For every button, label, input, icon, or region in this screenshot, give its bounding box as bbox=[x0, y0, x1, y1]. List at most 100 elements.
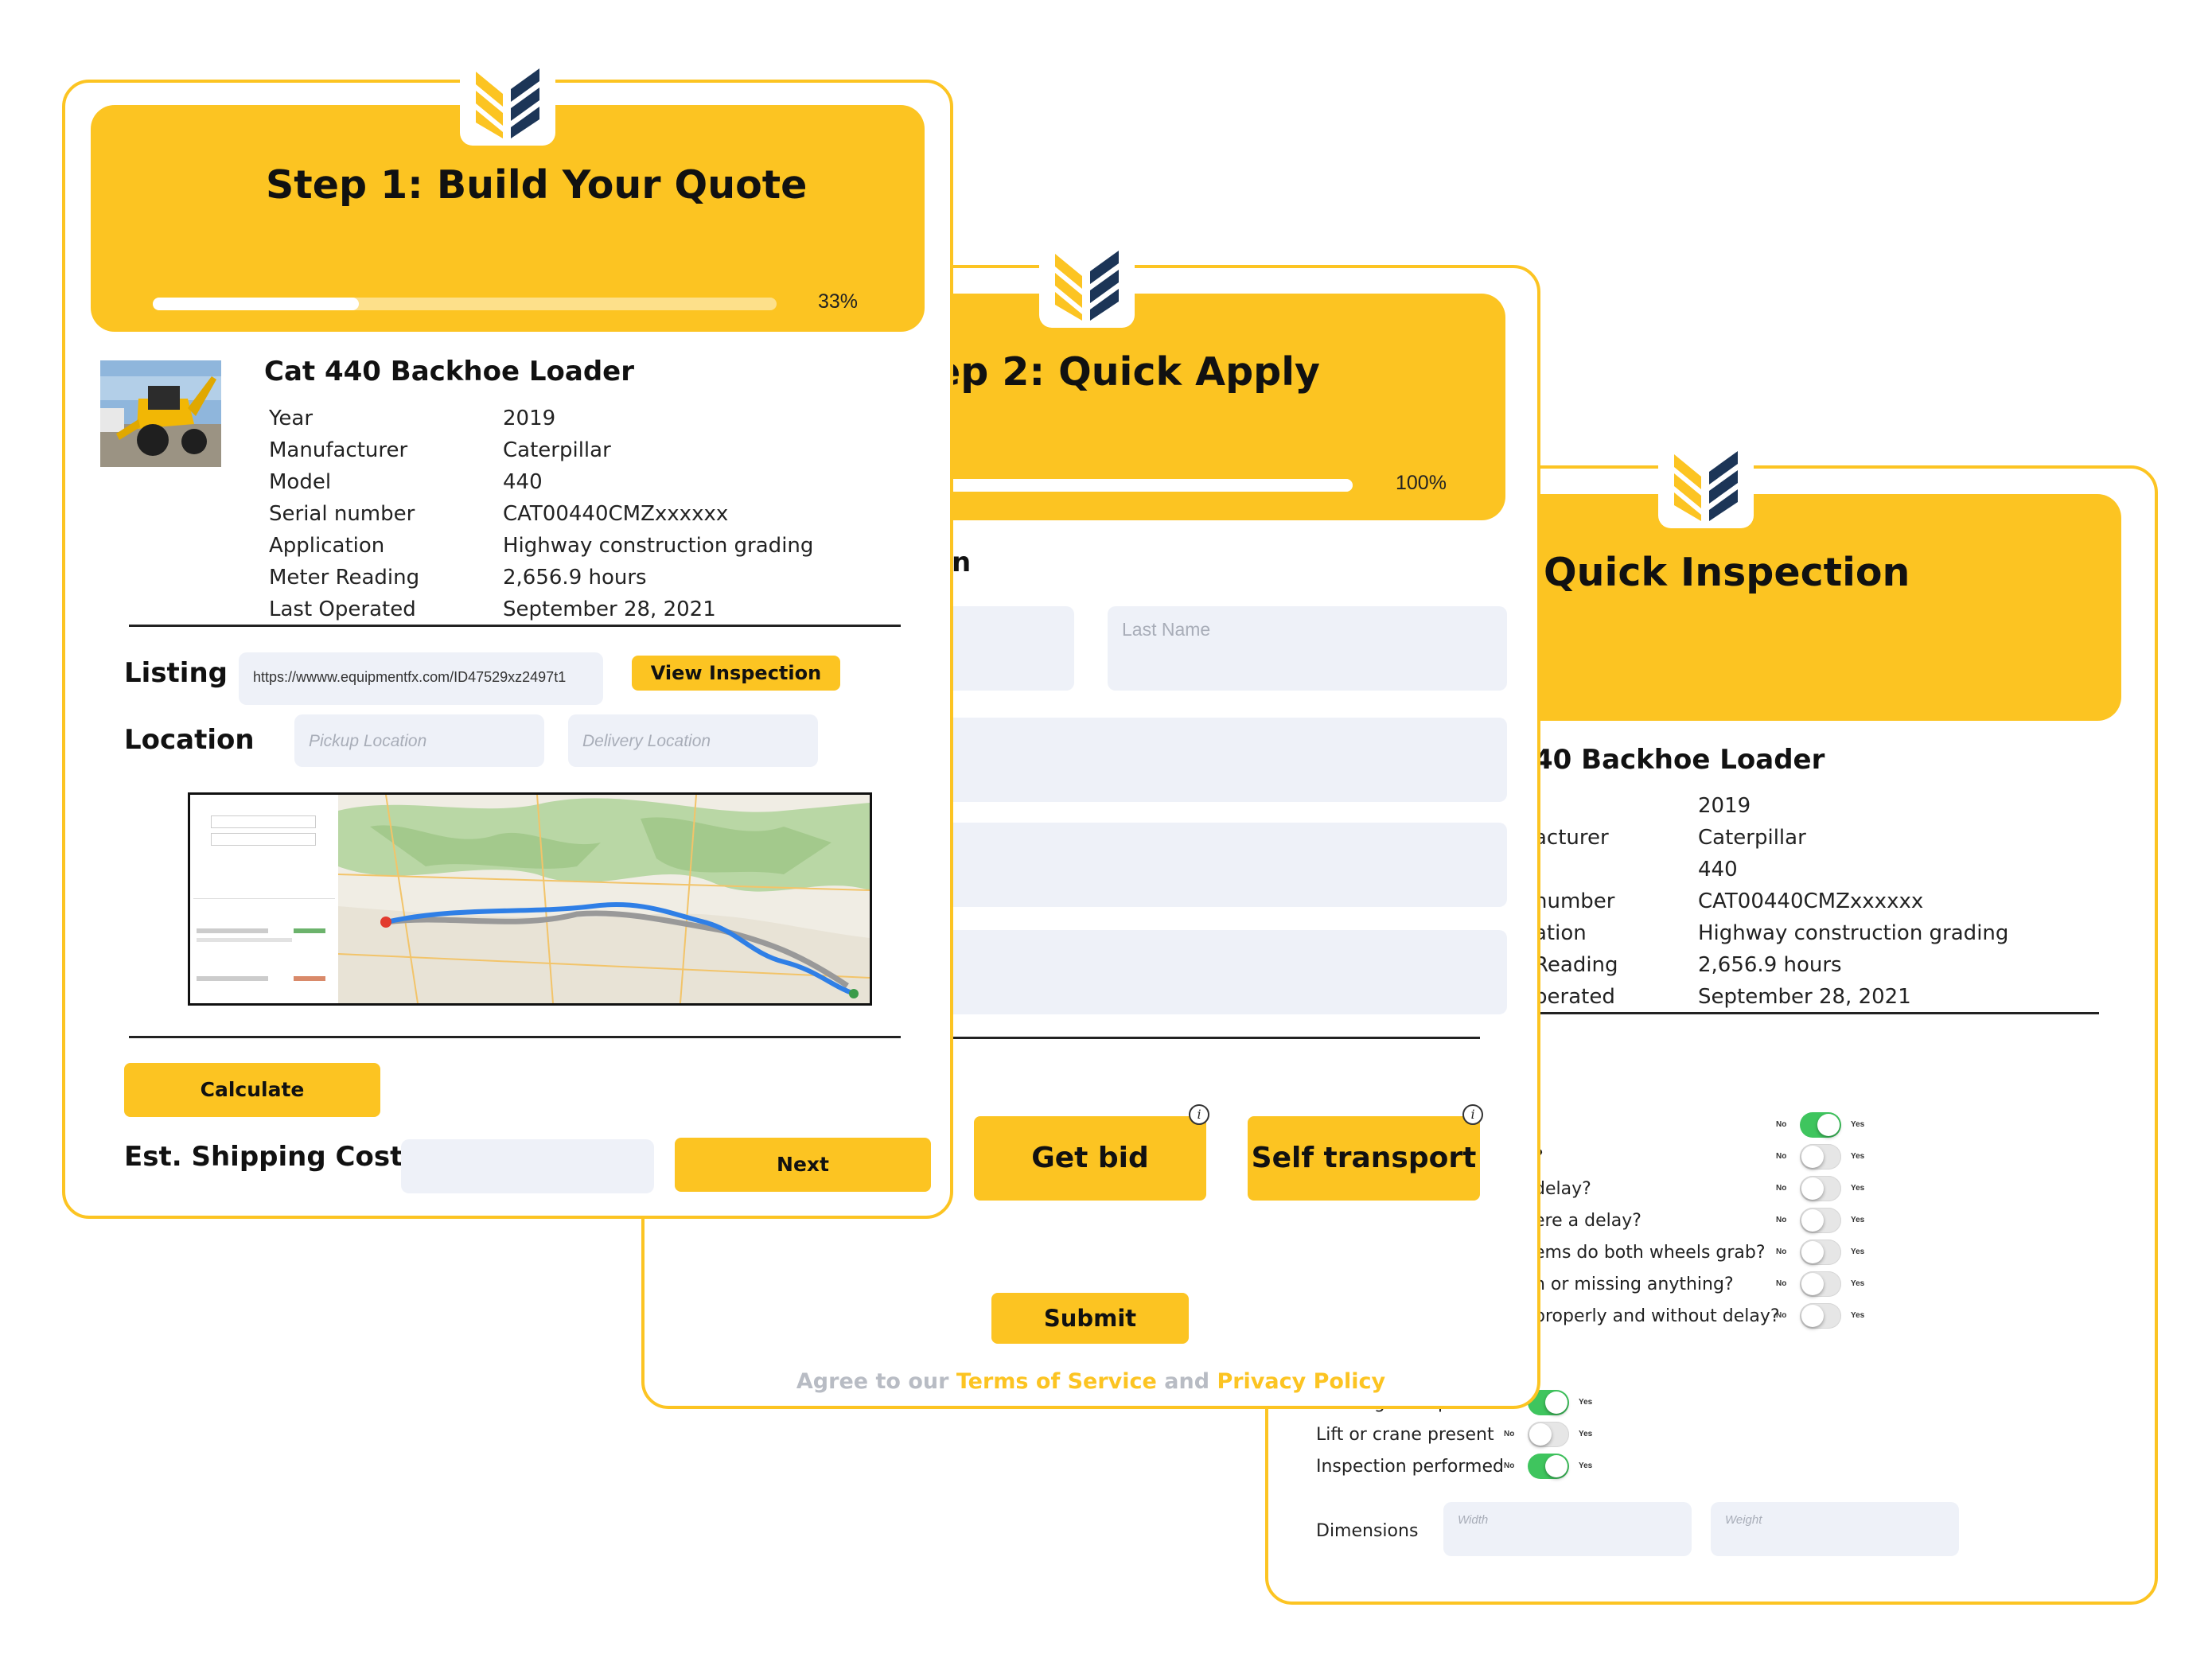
weight-placeholder: Weight bbox=[1725, 1513, 1762, 1527]
calculate-button[interactable]: Calculate bbox=[124, 1063, 380, 1117]
wheat-chevron-logo-icon bbox=[476, 68, 539, 138]
spec-value: 2019 bbox=[503, 407, 556, 430]
yes-no-toggle[interactable] bbox=[1800, 1208, 1841, 1233]
spec-label: Application bbox=[269, 534, 385, 558]
toggle-no-label: No bbox=[1504, 1461, 1515, 1470]
listing-url: https://wwww.equipmentfx.com/ID47529xz24… bbox=[253, 669, 567, 685]
get-bid-info-icon[interactable]: i bbox=[1189, 1104, 1209, 1125]
question-label: delay? bbox=[1534, 1179, 1591, 1199]
spec-value: 2019 bbox=[1698, 794, 1751, 818]
width-input[interactable]: Width bbox=[1443, 1502, 1692, 1556]
page-title: ep 2: Quick Apply bbox=[934, 349, 1320, 395]
toggle-no-label: No bbox=[1776, 1120, 1787, 1129]
build-quote-card: Step 1: Build Your Quote 33% Cat 440 Bac… bbox=[62, 80, 953, 1219]
toggle-knob bbox=[1817, 1114, 1840, 1136]
agree-prefix: Agree to our bbox=[796, 1369, 949, 1394]
get-bid-button[interactable]: Get bid bbox=[974, 1116, 1206, 1201]
toggle-no-label: No bbox=[1776, 1152, 1787, 1161]
map-directions-panel bbox=[190, 795, 339, 1003]
next-button[interactable]: Next bbox=[675, 1138, 931, 1192]
spec-value: 2,656.9 hours bbox=[1698, 953, 1842, 977]
toggle-yes-label: Yes bbox=[1851, 1184, 1865, 1193]
pickup-placeholder: Pickup Location bbox=[309, 732, 427, 750]
section-title: n bbox=[952, 547, 972, 578]
spec-label: Year bbox=[269, 407, 313, 430]
toggle-yes-label: Yes bbox=[1579, 1398, 1593, 1407]
shipping-cost-field[interactable] bbox=[401, 1139, 654, 1193]
spec-value: Highway construction grading bbox=[503, 534, 814, 558]
spec-value: 440 bbox=[503, 470, 543, 494]
progress-fill bbox=[153, 298, 359, 310]
yes-no-toggle[interactable] bbox=[1528, 1454, 1569, 1479]
yes-no-toggle[interactable] bbox=[1800, 1144, 1841, 1170]
divider bbox=[947, 1037, 1480, 1039]
toggle-yes-label: Yes bbox=[1851, 1311, 1865, 1320]
yes-no-toggle[interactable] bbox=[1800, 1176, 1841, 1201]
route-map[interactable] bbox=[188, 792, 872, 1006]
last-name-input[interactable]: Last Name bbox=[1108, 606, 1507, 691]
divider bbox=[129, 1036, 901, 1038]
delivery-location-input[interactable]: Delivery Location bbox=[568, 714, 818, 767]
pickup-location-input[interactable]: Pickup Location bbox=[294, 714, 544, 767]
self-transport-button[interactable]: Self transport bbox=[1248, 1116, 1480, 1201]
toggle-yes-label: Yes bbox=[1579, 1430, 1593, 1438]
view-inspection-button[interactable]: View Inspection bbox=[632, 656, 840, 691]
spec-label: ation bbox=[1534, 921, 1587, 945]
yes-no-toggle[interactable] bbox=[1528, 1422, 1569, 1447]
toggle-yes-label: Yes bbox=[1851, 1279, 1865, 1288]
question-label: ems do both wheels grab? bbox=[1534, 1243, 1766, 1263]
progress-label: 33% bbox=[818, 290, 859, 313]
spec-label: Meter Reading bbox=[269, 566, 420, 590]
page-title: Quick Inspection bbox=[1544, 550, 1910, 595]
and-text: and bbox=[1164, 1369, 1210, 1394]
spec-value: 2,656.9 hours bbox=[503, 566, 647, 590]
yes-no-toggle[interactable] bbox=[1800, 1303, 1841, 1329]
toggle-yes-label: Yes bbox=[1851, 1120, 1865, 1129]
spec-label: Reading bbox=[1534, 953, 1618, 977]
toggle-knob bbox=[1545, 1455, 1567, 1477]
toggle-knob bbox=[1545, 1391, 1567, 1414]
spec-value: 440 bbox=[1698, 858, 1738, 882]
question-label: Lift or crane present bbox=[1316, 1425, 1494, 1445]
spec-value: CAT00440CMZxxxxxx bbox=[503, 502, 729, 526]
self-transport-info-icon[interactable]: i bbox=[1462, 1104, 1483, 1125]
equipment-photo bbox=[100, 360, 221, 467]
question-label: Inspection performed bbox=[1316, 1457, 1504, 1477]
toggle-no-label: No bbox=[1776, 1216, 1787, 1224]
spec-label: Last Operated bbox=[269, 597, 416, 621]
weight-input[interactable]: Weight bbox=[1711, 1502, 1959, 1556]
spec-value: Caterpillar bbox=[1698, 826, 1806, 850]
submit-button[interactable]: Submit bbox=[991, 1293, 1189, 1344]
privacy-link[interactable]: Privacy Policy bbox=[1217, 1369, 1385, 1394]
location-label: Location bbox=[124, 724, 255, 756]
logo bbox=[460, 62, 555, 146]
progress-label: 100% bbox=[1396, 472, 1447, 494]
wheat-chevron-logo-icon bbox=[1674, 451, 1738, 521]
toggle-knob bbox=[1801, 1177, 1824, 1200]
toggle-yes-label: Yes bbox=[1579, 1461, 1593, 1470]
question-label: ere a delay? bbox=[1534, 1211, 1641, 1231]
delivery-placeholder: Delivery Location bbox=[582, 732, 711, 750]
toggle-knob bbox=[1801, 1241, 1824, 1263]
spec-label: number bbox=[1534, 889, 1615, 913]
map-terrain bbox=[338, 795, 870, 1003]
yes-no-toggle[interactable] bbox=[1800, 1112, 1841, 1138]
width-placeholder: Width bbox=[1458, 1513, 1489, 1527]
yes-no-toggle[interactable] bbox=[1800, 1240, 1841, 1265]
spec-value: September 28, 2021 bbox=[1698, 985, 1911, 1009]
spec-label: Manufacturer bbox=[269, 438, 408, 462]
terms-link[interactable]: Terms of Service bbox=[956, 1369, 1157, 1394]
toggle-knob bbox=[1529, 1423, 1552, 1446]
listing-url-field[interactable]: https://wwww.equipmentfx.com/ID47529xz24… bbox=[239, 652, 603, 705]
last-name-placeholder: Last Name bbox=[1122, 619, 1211, 640]
divider bbox=[1531, 1012, 2099, 1014]
toggle-no-label: No bbox=[1776, 1279, 1787, 1288]
equipment-title: Cat 440 Backhoe Loader bbox=[264, 356, 635, 387]
listing-label: Listing bbox=[124, 657, 228, 689]
spec-value: Highway construction grading bbox=[1698, 921, 2009, 945]
toggle-knob bbox=[1801, 1146, 1824, 1168]
question-label: properly and without delay? bbox=[1534, 1306, 1780, 1326]
equipment-title: 40 Backhoe Loader bbox=[1534, 744, 1825, 776]
yes-no-toggle[interactable] bbox=[1800, 1271, 1841, 1297]
dimensions-label: Dimensions bbox=[1316, 1521, 1419, 1541]
